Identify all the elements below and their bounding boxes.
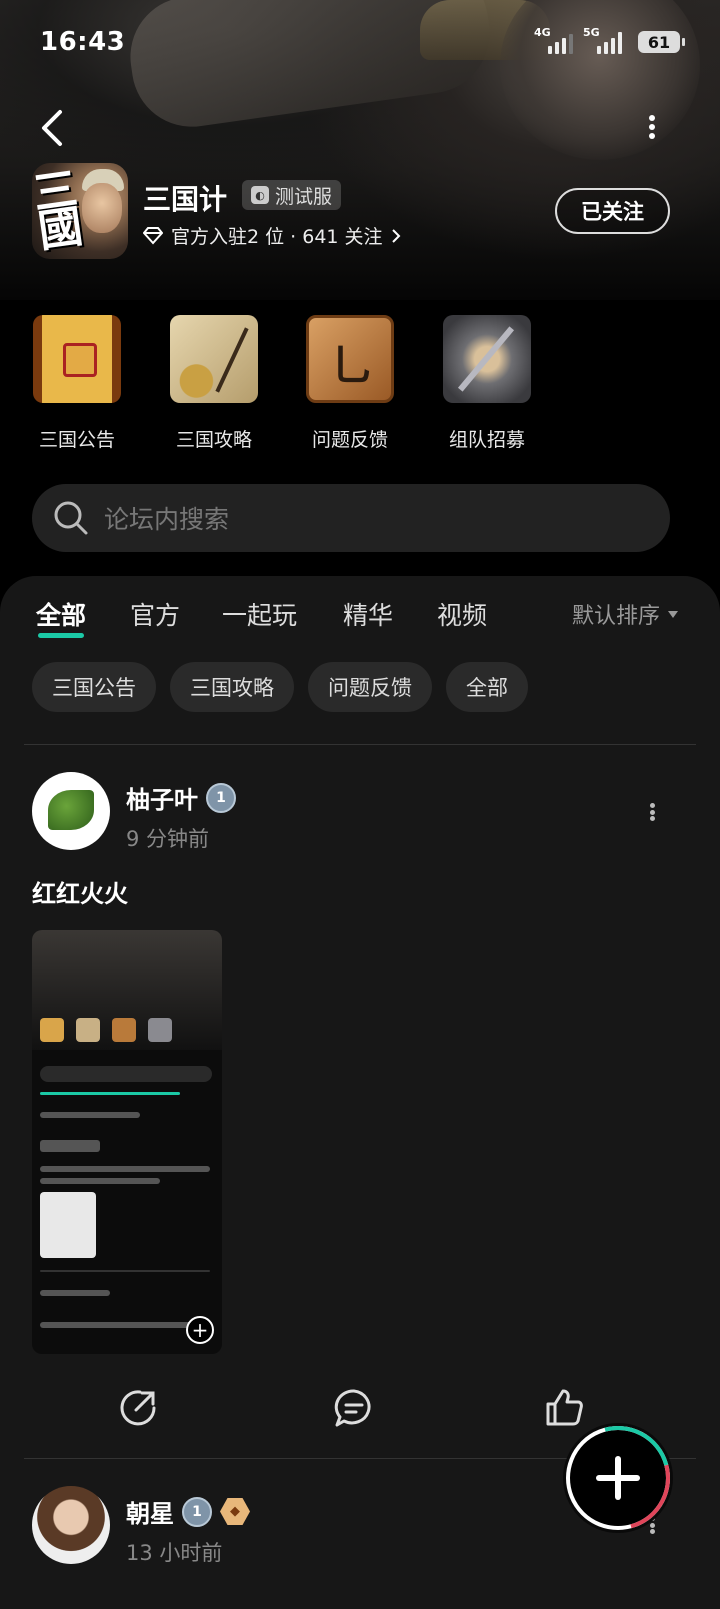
battery-icon: 61: [638, 31, 685, 53]
shortcut-label: 三国公告: [38, 429, 115, 451]
official-info-text: 官方入驻2 位 · 641 关注: [171, 226, 383, 248]
diamond-icon: [143, 226, 163, 244]
chevron-right-icon: [391, 228, 400, 243]
hero-art-general: [500, 0, 700, 160]
level-badge-icon: 1: [206, 782, 236, 813]
search-placeholder: 论坛内搜索: [104, 505, 230, 534]
post-author[interactable]: 朝星 1 ◆: [126, 1494, 250, 1529]
game-logo-glyph: 三國: [32, 163, 86, 258]
feed-tabs: 全部 官方 一起玩 精华 视频 默认排序: [0, 596, 720, 640]
follow-button[interactable]: 已关注: [555, 188, 670, 234]
back-icon[interactable]: [38, 108, 66, 148]
category-chips: 三国公告 三国攻略 问题反馈 全部: [32, 662, 528, 712]
status-time: 16:43: [40, 27, 126, 57]
tab-video[interactable]: 视频: [437, 596, 487, 632]
like-icon[interactable]: [542, 1386, 586, 1430]
search-icon: [54, 501, 88, 535]
post-author[interactable]: 柚子叶 1: [126, 780, 236, 815]
caret-down-icon: [668, 610, 678, 618]
weapons-icon: [443, 315, 531, 403]
game-icon: 三國: [32, 163, 128, 259]
shortcut-announcements[interactable]: 三国公告: [22, 310, 132, 452]
shortcut-grid: 三国公告 三国攻略 问题反馈 组队招募: [0, 310, 720, 460]
chip-guides[interactable]: 三国攻略: [170, 662, 294, 712]
shortcut-label: 问题反馈: [311, 429, 388, 451]
tab-featured[interactable]: 精华: [343, 596, 393, 632]
test-server-label: 测试服: [275, 185, 333, 208]
medal-badge-icon: ◆: [220, 1498, 250, 1525]
chip-announcements[interactable]: 三国公告: [32, 662, 156, 712]
test-server-icon: ◐: [251, 186, 269, 204]
tab-official[interactable]: 官方: [130, 596, 180, 632]
brush-board-icon: [306, 315, 394, 403]
test-server-badge: ◐ 测试服: [242, 180, 342, 210]
share-icon[interactable]: [116, 1386, 160, 1430]
comment-icon[interactable]: [332, 1386, 376, 1430]
net2-label: 5G: [583, 26, 600, 39]
shortcut-feedback[interactable]: 问题反馈: [295, 310, 405, 452]
tab-all[interactable]: 全部: [36, 596, 86, 638]
post-image[interactable]: +: [32, 930, 222, 1354]
post-title[interactable]: 红红火火: [32, 874, 128, 909]
net1-label: 4G: [534, 26, 551, 39]
sort-label: 默认排序: [571, 604, 660, 629]
chip-all[interactable]: 全部: [446, 662, 528, 712]
scroll-icon: [33, 315, 121, 403]
more-menu-icon[interactable]: [648, 115, 656, 139]
tab-play-together[interactable]: 一起玩: [222, 596, 297, 632]
level-badge-icon: 1: [182, 1496, 212, 1527]
map-icon: [170, 315, 258, 403]
shortcut-recruit[interactable]: 组队招募: [432, 310, 542, 452]
shortcut-guides[interactable]: 三国攻略: [159, 310, 269, 452]
signal-5g-icon: 5G: [583, 26, 622, 54]
mini-plus-icon: +: [186, 1316, 214, 1344]
signal-4g-icon: 4G: [534, 26, 573, 54]
status-bar: 16:43 4G 5G 61: [40, 26, 685, 58]
author-name: 柚子叶: [126, 786, 198, 814]
official-info-link[interactable]: 官方入驻2 位 · 641 关注: [143, 222, 401, 249]
status-icons: 4G 5G 61: [534, 26, 685, 54]
author-name: 朝星: [126, 1500, 174, 1528]
post-time: 13 小时前: [126, 1541, 223, 1565]
chip-feedback[interactable]: 问题反馈: [308, 662, 432, 712]
create-post-button[interactable]: [566, 1426, 670, 1530]
plus-icon: [596, 1456, 640, 1500]
post-more-icon[interactable]: [648, 803, 656, 821]
shortcut-label: 三国攻略: [175, 429, 252, 451]
avatar[interactable]: [32, 1486, 110, 1564]
game-title: 三国计: [143, 183, 228, 216]
avatar[interactable]: [32, 772, 110, 850]
sort-dropdown[interactable]: 默认排序: [572, 598, 678, 630]
shortcut-label: 组队招募: [448, 429, 525, 451]
forum-search-input[interactable]: 论坛内搜索: [32, 484, 670, 552]
post-time: 9 分钟前: [126, 827, 210, 851]
divider: [24, 744, 696, 745]
